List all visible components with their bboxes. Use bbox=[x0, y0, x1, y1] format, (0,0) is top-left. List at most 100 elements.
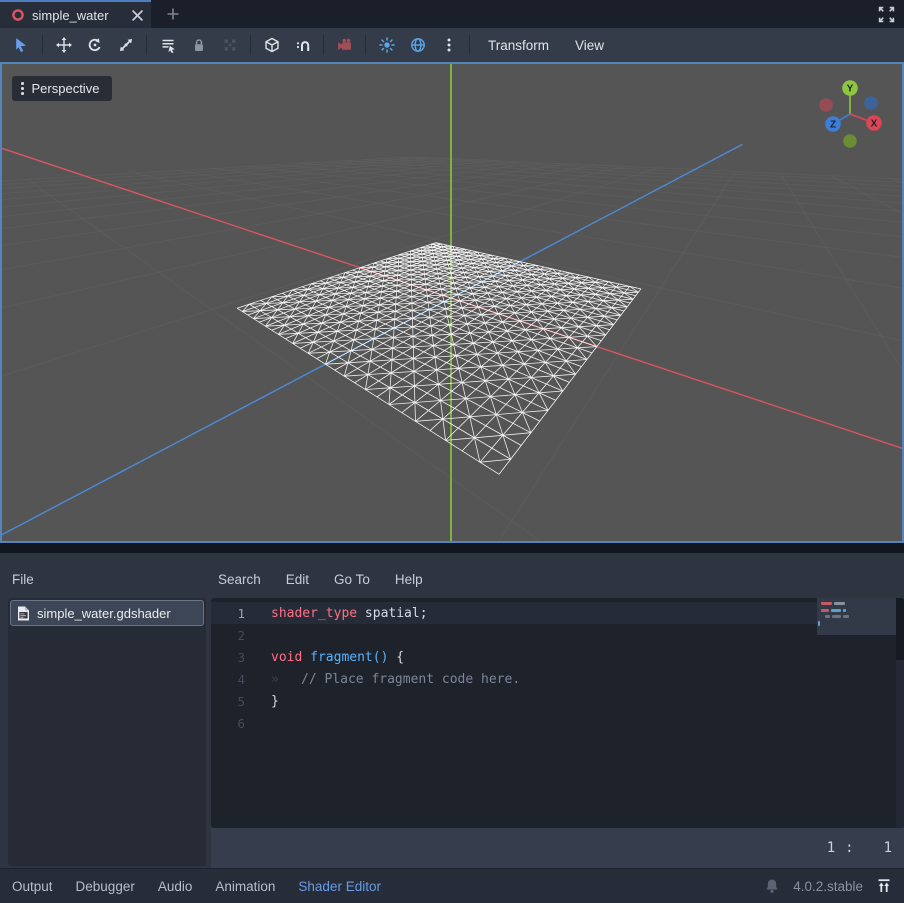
goto-menu[interactable]: Go To bbox=[334, 572, 370, 587]
dock-tab-debugger[interactable]: Debugger bbox=[76, 879, 135, 894]
lock-icon bbox=[191, 37, 207, 53]
scene-tab-simple-water[interactable]: simple_water bbox=[0, 0, 151, 28]
godot-editor-window: { "colors": { "accent": "#699ce8", "axis… bbox=[0, 0, 904, 893]
edit-menu[interactable]: Edit bbox=[286, 572, 309, 587]
search-menu[interactable]: Search bbox=[218, 572, 261, 587]
select-arrow-icon bbox=[13, 37, 30, 54]
line-number: 6 bbox=[211, 716, 245, 731]
sun-icon bbox=[379, 37, 395, 53]
shader-file-list: simple_water.gdshader bbox=[8, 598, 206, 866]
line-number: 2 bbox=[211, 628, 245, 643]
line-number: 5 bbox=[211, 694, 245, 709]
3d-scene[interactable] bbox=[2, 64, 902, 541]
preview-environment-button[interactable] bbox=[402, 31, 433, 59]
toolbar-separator bbox=[365, 35, 366, 55]
editor-scrollbar[interactable] bbox=[896, 598, 904, 828]
use-local-space-button[interactable] bbox=[256, 31, 287, 59]
rotate-tool-button[interactable] bbox=[79, 31, 110, 59]
cursor-line: 1 bbox=[827, 840, 835, 856]
code-line[interactable]: 1shader_type spatial; bbox=[211, 602, 904, 624]
preview-sunlight-button[interactable] bbox=[371, 31, 402, 59]
group-icon bbox=[222, 37, 238, 53]
use-snap-button[interactable] bbox=[287, 31, 318, 59]
plus-icon bbox=[166, 7, 180, 21]
code-text: shader_type spatial; bbox=[245, 606, 428, 621]
bottom-dock-bar: Output Debugger Audio Animation Shader Edito… bbox=[0, 868, 904, 903]
lock-selected-button[interactable] bbox=[183, 31, 214, 59]
toolbar-separator bbox=[146, 35, 147, 55]
line-number: 4 bbox=[211, 672, 245, 687]
code-line[interactable]: 5} bbox=[211, 690, 904, 712]
list-select-button[interactable] bbox=[152, 31, 183, 59]
perspective-button[interactable]: Perspective bbox=[12, 76, 112, 101]
editor-scrollbar-thumb[interactable] bbox=[896, 598, 904, 660]
version-label[interactable]: 4.0.2.stable bbox=[793, 879, 863, 894]
notifications-bell-icon[interactable] bbox=[764, 878, 780, 894]
move-icon bbox=[56, 37, 72, 53]
dock-tab-audio[interactable]: Audio bbox=[158, 879, 193, 894]
code-line[interactable]: 4»// Place fragment code here. bbox=[211, 668, 904, 690]
code-text: »// Place fragment code here. bbox=[245, 672, 520, 687]
status-right: 4.0.2.stable bbox=[764, 878, 892, 894]
shader-file-name: simple_water.gdshader bbox=[37, 606, 171, 621]
toolbar-separator bbox=[250, 35, 251, 55]
move-tool-button[interactable] bbox=[48, 31, 79, 59]
axis-gizmo[interactable]: Y X Z bbox=[806, 66, 896, 160]
view-menu-dots-icon bbox=[21, 82, 24, 95]
editor-status-strip: 1 : 1 bbox=[211, 828, 904, 868]
scene-tab-icon bbox=[11, 8, 25, 22]
minimap-visible-region bbox=[817, 598, 896, 635]
code-menus: Search Edit Go To Help bbox=[218, 572, 423, 587]
rotate-icon bbox=[87, 37, 103, 53]
expand-bottom-panel-icon[interactable] bbox=[876, 878, 892, 894]
toolbar-separator bbox=[42, 35, 43, 55]
file-menu[interactable]: File bbox=[12, 572, 34, 587]
line-number: 1 bbox=[211, 606, 245, 621]
code-editor[interactable]: 1shader_type spatial;23void fragment() {… bbox=[211, 598, 904, 828]
fullscreen-icon bbox=[878, 6, 895, 23]
shader-file-icon bbox=[17, 606, 30, 621]
perspective-label: Perspective bbox=[32, 81, 100, 96]
shader-file-item-selected[interactable]: simple_water.gdshader bbox=[10, 600, 204, 626]
code-text: void fragment() { bbox=[245, 650, 404, 665]
code-minimap[interactable] bbox=[817, 598, 896, 828]
list-select-icon bbox=[160, 37, 176, 53]
shader-menu-row: File Search Edit Go To Help bbox=[0, 563, 904, 596]
transform-menu[interactable]: Transform bbox=[475, 31, 562, 59]
dock-tab-animation[interactable]: Animation bbox=[215, 879, 275, 894]
scale-icon bbox=[118, 37, 134, 53]
shader-editor-panel: File Search Edit Go To Help simple_water… bbox=[0, 543, 904, 893]
help-menu[interactable]: Help bbox=[395, 572, 423, 587]
dock-tab-shader-editor[interactable]: Shader Editor bbox=[298, 879, 381, 894]
distraction-free-button[interactable] bbox=[874, 3, 898, 25]
code-line[interactable]: 3void fragment() { bbox=[211, 646, 904, 668]
cursor-separator: : bbox=[845, 840, 853, 856]
camera-icon bbox=[336, 37, 353, 54]
code-text: } bbox=[245, 694, 279, 709]
preview-camera-button[interactable] bbox=[329, 31, 360, 59]
dock-tab-output[interactable]: Output bbox=[12, 879, 53, 894]
close-tab-icon[interactable] bbox=[132, 10, 143, 21]
svg-text:X: X bbox=[871, 119, 878, 130]
dock-tabs: Output Debugger Audio Animation Shader Edito… bbox=[12, 879, 381, 894]
new-tab-button[interactable] bbox=[160, 0, 186, 28]
scale-tool-button[interactable] bbox=[110, 31, 141, 59]
kebab-menu-icon bbox=[441, 37, 457, 53]
svg-text:Z: Z bbox=[830, 120, 836, 131]
cursor-column: 1 bbox=[884, 840, 892, 856]
view-menu[interactable]: View bbox=[562, 31, 617, 59]
cube-icon bbox=[264, 37, 280, 53]
viewport-options-button[interactable] bbox=[433, 31, 464, 59]
svg-text:Y: Y bbox=[847, 84, 854, 95]
scene-tab-bar: simple_water bbox=[0, 0, 904, 28]
code-line[interactable]: 2 bbox=[211, 624, 904, 646]
code-rows: 1shader_type spatial;23void fragment() {… bbox=[211, 602, 904, 734]
toolbar-separator bbox=[469, 35, 470, 55]
3d-viewport[interactable]: Perspective Y X Z bbox=[0, 62, 904, 543]
line-number: 3 bbox=[211, 650, 245, 665]
select-tool-button[interactable] bbox=[6, 31, 37, 59]
scene-tab-title: simple_water bbox=[32, 8, 125, 23]
group-selected-button[interactable] bbox=[214, 31, 245, 59]
globe-icon bbox=[410, 37, 426, 53]
code-line[interactable]: 6 bbox=[211, 712, 904, 734]
